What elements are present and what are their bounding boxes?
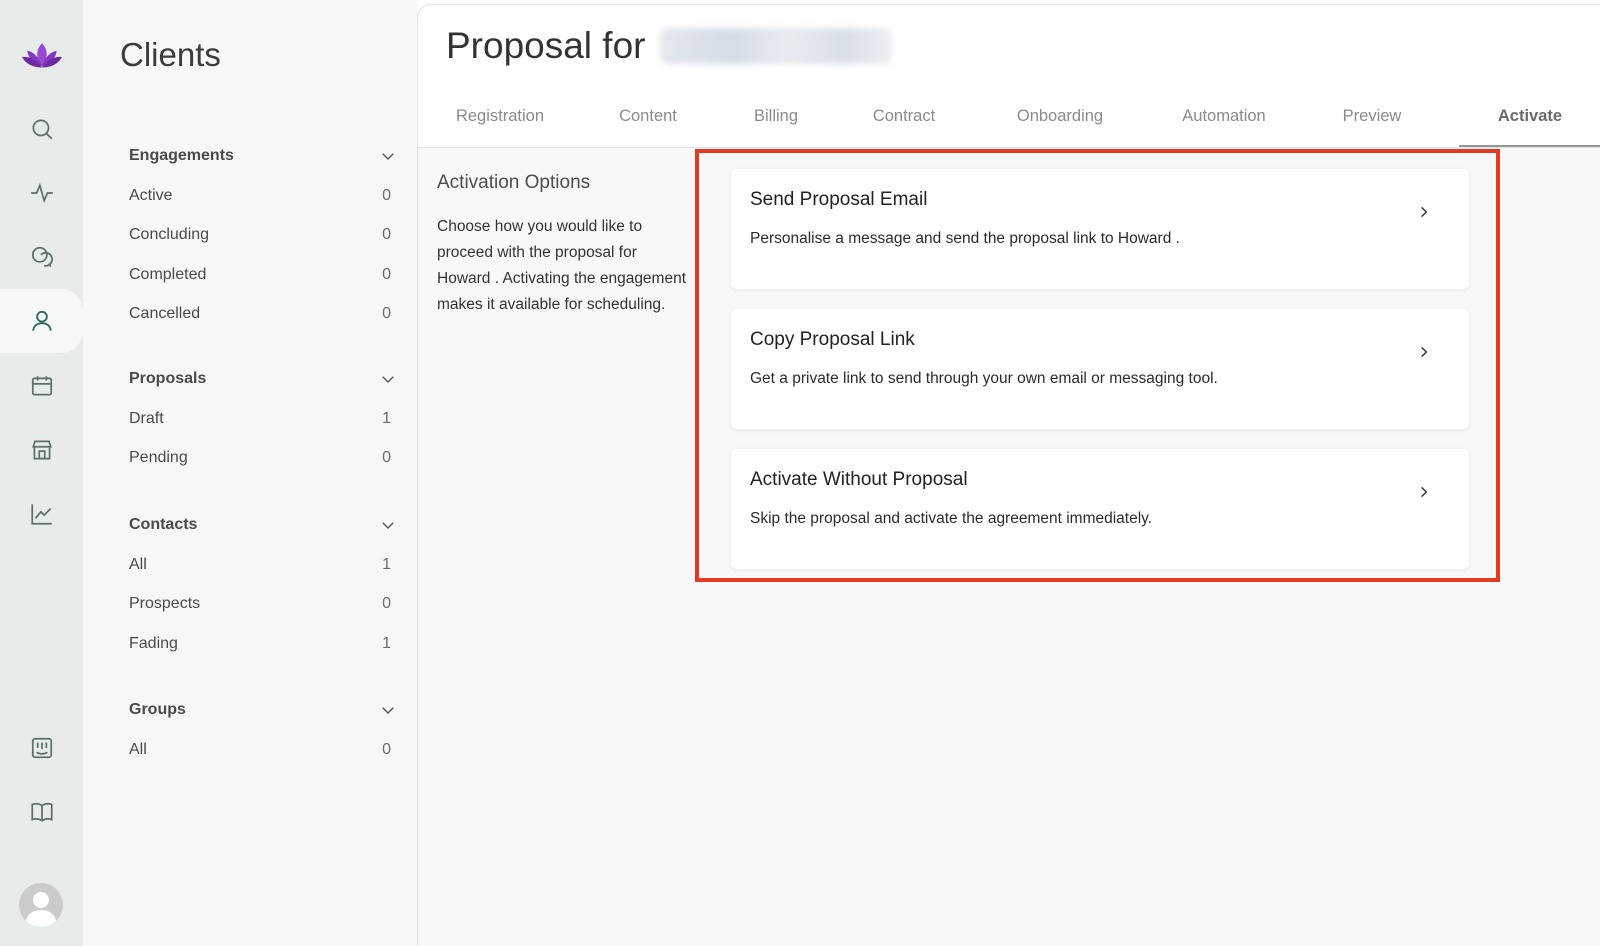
sidebar-item-count: 0	[382, 305, 391, 323]
section-label: Engagements	[129, 147, 234, 164]
sidebar-item-label: Fading	[129, 634, 178, 652]
card-description: Get a private link to send through your …	[750, 370, 1218, 387]
card-description: Skip the proposal and activate the agree…	[750, 510, 1153, 527]
sidebar-item-count: 0	[382, 740, 391, 758]
sidebar-item-label: Pending	[129, 449, 188, 467]
search-icon[interactable]	[0, 97, 83, 161]
book-icon[interactable]	[0, 780, 83, 844]
main-header: Proposal for Registration Content Billin…	[418, 5, 1600, 148]
icon-rail	[0, 0, 83, 946]
store-icon[interactable]	[0, 418, 83, 482]
chevron-down-icon	[382, 153, 394, 161]
chevron-down-icon	[382, 522, 394, 530]
card-title: Send Proposal Email	[750, 189, 928, 210]
tab-onboarding[interactable]: Onboarding	[995, 97, 1125, 147]
main-panel: Proposal for Registration Content Billin…	[417, 4, 1600, 946]
highlight-frame: Send Proposal Email Personalise a messag…	[695, 149, 1500, 582]
tab-activate[interactable]: Activate	[1459, 97, 1600, 147]
clients-icon[interactable]	[0, 289, 83, 353]
sidebar-item-count: 1	[382, 634, 391, 652]
sidebar-item-label: Prospects	[129, 595, 201, 613]
sidebar-item-draft[interactable]: Draft 1	[129, 399, 399, 439]
section-label: Proposals	[129, 370, 207, 387]
card-title: Copy Proposal Link	[750, 329, 915, 350]
copy-proposal-link-card[interactable]: Copy Proposal Link Get a private link to…	[731, 309, 1469, 429]
section-proposals: Proposals Draft 1 Pending 0	[129, 366, 399, 478]
sidebar-item-pending[interactable]: Pending 0	[129, 439, 399, 479]
chevron-right-icon	[1421, 486, 1428, 498]
sidebar-item-count: 0	[382, 265, 391, 283]
tab-bar: Registration Content Billing Contract On…	[418, 97, 1600, 147]
section-engagements: Engagements Active 0 Concluding 0 Complete…	[129, 143, 399, 334]
redacted-client-name	[659, 28, 892, 64]
sidebar-item-count: 0	[382, 595, 391, 613]
sidebar-item-count: 1	[382, 555, 391, 573]
sidebar-item-all-groups[interactable]: All 0	[129, 730, 399, 770]
chevron-down-icon	[382, 707, 394, 715]
chevron-right-icon	[1421, 206, 1428, 218]
chart-icon[interactable]	[0, 482, 83, 546]
avatar[interactable]	[19, 883, 63, 927]
section-header-contacts[interactable]: Contacts	[129, 512, 399, 538]
page-title: Proposal for	[446, 25, 892, 67]
activate-without-proposal-card[interactable]: Activate Without Proposal Skip the propo…	[731, 449, 1469, 569]
card-description: Personalise a message and send the propo…	[750, 230, 1180, 247]
sidebar-item-fading[interactable]: Fading 1	[129, 624, 399, 664]
section-label: Contacts	[129, 516, 198, 533]
sidebar-item-count: 0	[382, 186, 391, 204]
section-header-proposals[interactable]: Proposals	[129, 366, 399, 392]
activation-options-title: Activation Options	[437, 172, 591, 193]
card-title: Activate Without Proposal	[750, 469, 968, 490]
sidebar-item-label: Concluding	[129, 226, 210, 244]
tab-preview[interactable]: Preview	[1322, 97, 1422, 147]
sidebar-item-label: All	[129, 740, 147, 758]
sidebar-item-prospects[interactable]: Prospects 0	[129, 585, 399, 625]
page-title-text: Proposal for	[446, 25, 646, 66]
tab-contract[interactable]: Contract	[854, 97, 954, 147]
activity-icon[interactable]	[0, 161, 83, 225]
chat-icon[interactable]	[0, 225, 83, 289]
sidebar-title: Clients	[120, 36, 221, 73]
activation-options-description: Choose how you would like to proceed wit…	[437, 218, 687, 313]
section-label: Groups	[129, 701, 186, 718]
sidebar-item-all-contacts[interactable]: All 1	[129, 545, 399, 585]
feedback-icon[interactable]	[0, 716, 83, 780]
tab-content[interactable]: Content	[598, 97, 698, 147]
sidebar-item-completed[interactable]: Completed 0	[129, 255, 399, 295]
sidebar-item-count: 0	[382, 226, 391, 244]
sidebar-item-count: 0	[382, 449, 391, 467]
sidebar-item-label: Completed	[129, 265, 207, 283]
tab-automation[interactable]: Automation	[1159, 97, 1289, 147]
sidebar-item-cancelled[interactable]: Cancelled 0	[129, 295, 399, 335]
lotus-logo-icon[interactable]	[0, 24, 83, 88]
section-header-engagements[interactable]: Engagements	[129, 143, 399, 169]
sidebar-item-label: All	[129, 555, 147, 573]
sidebar-item-label: Draft	[129, 409, 164, 427]
sidebar-item-label: Cancelled	[129, 305, 201, 323]
section-contacts: Contacts All 1 Prospects 0 Fading 1	[129, 512, 399, 664]
chevron-right-icon	[1421, 346, 1428, 358]
chevron-down-icon	[382, 376, 394, 384]
section-header-groups[interactable]: Groups	[129, 697, 399, 723]
calendar-icon[interactable]	[0, 354, 83, 418]
section-groups: Groups All 0	[129, 697, 399, 770]
tab-registration[interactable]: Registration	[440, 97, 560, 147]
sidebar-item-concluding[interactable]: Concluding 0	[129, 216, 399, 256]
sidebar-item-count: 1	[382, 409, 391, 427]
send-proposal-email-card[interactable]: Send Proposal Email Personalise a messag…	[731, 169, 1469, 289]
sidebar-item-label: Active	[129, 186, 173, 204]
tab-billing[interactable]: Billing	[731, 97, 821, 147]
sidebar-item-active[interactable]: Active 0	[129, 176, 399, 216]
clients-sidebar: Clients Engagements Active 0 Concluding 0 …	[83, 0, 417, 946]
